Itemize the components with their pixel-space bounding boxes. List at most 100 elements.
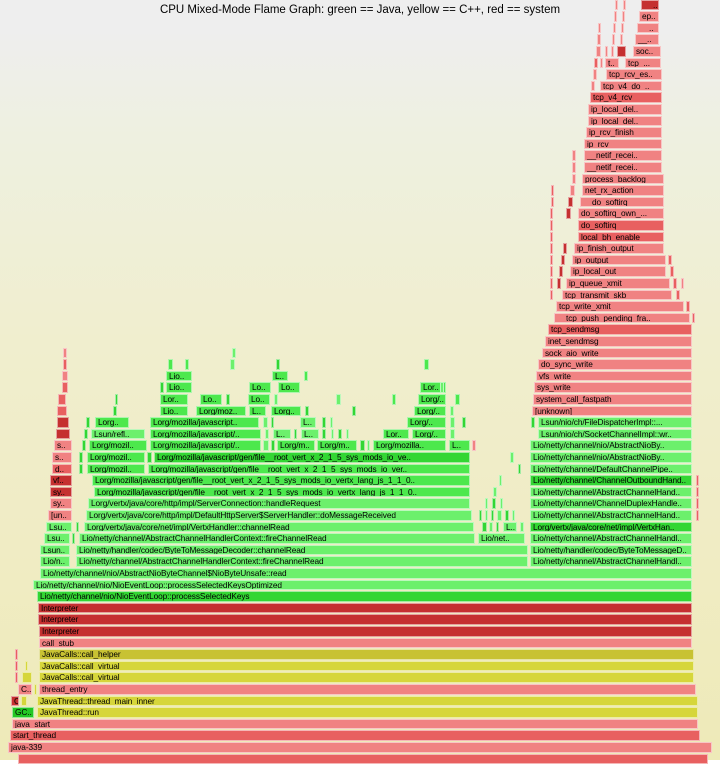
flame-frame[interactable]: Lio/netty/channel/AbstractChannelHand.. [530, 510, 692, 521]
flame-frame-unlabeled[interactable] [557, 278, 561, 289]
flame-frame-unlabeled[interactable] [611, 46, 614, 57]
flame-frame-unlabeled[interactable] [550, 266, 553, 277]
flame-frame-unlabeled[interactable] [86, 417, 90, 428]
flame-frame[interactable]: tcp_v4_rcv [590, 92, 662, 103]
flame-frame-unlabeled[interactable] [621, 22, 624, 34]
flame-frame-unlabeled[interactable] [491, 510, 494, 521]
flame-frame[interactable]: ip_local_out [570, 266, 666, 277]
flame-frame-unlabeled[interactable] [681, 278, 684, 289]
flame-frame[interactable]: JavaThread::thread_main_inner [37, 695, 698, 707]
flame-frame[interactable]: Lsun/refl.. [91, 428, 145, 440]
flame-frame[interactable]: ip_rcv_finish [586, 127, 662, 138]
flame-frame[interactable]: Lo.. [248, 394, 270, 405]
flame-frame-unlabeled[interactable] [79, 452, 83, 463]
flame-frame-unlabeled[interactable] [614, 11, 617, 22]
flame-frame-unlabeled[interactable] [572, 150, 576, 161]
flame-frame[interactable]: Lorg/vertx/java/core/net/impl/VertxHan.. [530, 521, 692, 533]
flame-frame[interactable]: __.. [635, 34, 659, 45]
flame-frame-unlabeled[interactable] [593, 69, 597, 80]
flame-frame-unlabeled[interactable] [185, 359, 189, 370]
flame-frame[interactable]: Lorg.. [95, 417, 129, 428]
flame-frame[interactable]: [un.. [48, 510, 72, 521]
flame-frame[interactable]: Lorg/.. [414, 405, 446, 417]
flame-frame[interactable]: L.. [273, 428, 291, 440]
flame-frame[interactable]: ip_finish_output [574, 243, 664, 254]
flame-frame[interactable]: t.. [605, 57, 619, 69]
flame-frame-unlabeled[interactable] [594, 57, 598, 69]
flame-frame[interactable]: vf.. [50, 475, 72, 486]
flame-frame[interactable]: GC.. [12, 707, 34, 718]
flame-frame[interactable]: L.. [272, 370, 288, 382]
flame-frame-unlabeled[interactable] [696, 486, 699, 498]
flame-frame-unlabeled[interactable] [113, 405, 117, 417]
flame-frame[interactable]: sys_write [534, 382, 692, 393]
flame-frame-unlabeled[interactable] [485, 498, 488, 509]
flame-frame-unlabeled[interactable] [600, 57, 603, 69]
flame-frame[interactable]: tcp_sendmsg [548, 324, 692, 335]
flame-frame-unlabeled[interactable] [56, 428, 70, 440]
flame-frame-unlabeled[interactable] [84, 428, 88, 440]
flame-frame-unlabeled[interactable] [622, 11, 625, 22]
flame-frame-unlabeled[interactable] [276, 359, 280, 370]
flame-frame[interactable]: Lsu.. [44, 533, 70, 544]
flame-frame-unlabeled[interactable] [612, 34, 615, 45]
flame-frame[interactable]: Lo.. [249, 382, 271, 393]
flame-frame-unlabeled[interactable] [550, 278, 553, 289]
flame-frame[interactable]: Lsun.. [40, 544, 70, 556]
flame-frame-unlabeled[interactable] [596, 46, 601, 57]
flame-frame[interactable]: Lorg/mozilla/javascript/gen/file__root_v… [94, 486, 470, 498]
flame-frame-unlabeled[interactable] [294, 428, 297, 440]
flame-frame[interactable]: ip_queue_xmit [566, 278, 670, 289]
flame-frame-unlabeled[interactable] [115, 394, 118, 405]
flame-frame[interactable]: local_bh_enable [578, 231, 664, 243]
flame-frame[interactable]: __netif_recei.. [584, 162, 662, 173]
flame-frame-unlabeled[interactable] [551, 196, 554, 208]
flame-frame-unlabeled[interactable] [79, 463, 83, 475]
flame-frame[interactable]: Lio/netty/channel/ChannelOutboundHand.. [530, 475, 692, 486]
flame-frame-unlabeled[interactable] [696, 498, 699, 509]
flame-frame[interactable]: ip_output [572, 254, 666, 266]
flame-frame-unlabeled[interactable] [440, 382, 444, 393]
flame-frame-unlabeled[interactable] [304, 370, 308, 382]
flame-frame-unlabeled[interactable] [692, 312, 695, 324]
flame-frame[interactable]: Lorg.. [271, 405, 301, 417]
flame-frame[interactable]: Lio/netty/channel/AbstractChannelHandler… [79, 533, 475, 544]
flame-frame[interactable]: tcp_write_xmit [556, 301, 684, 312]
flame-frame[interactable]: Lorg/mozil.. [89, 440, 147, 451]
flame-frame[interactable]: ep.. [639, 11, 659, 22]
flame-frame[interactable]: L.. [449, 440, 470, 451]
flame-frame[interactable]: Lor.. [160, 394, 188, 405]
flame-frame-unlabeled[interactable] [15, 672, 18, 683]
flame-frame-unlabeled[interactable] [482, 521, 487, 533]
flame-frame-unlabeled[interactable] [63, 347, 67, 359]
flame-frame[interactable]: Lorg/mozilla/javascript/.. [150, 428, 261, 440]
flame-frame-unlabeled[interactable] [72, 533, 75, 544]
flame-frame[interactable]: ip_local_del.. [588, 115, 662, 127]
flame-frame[interactable]: sock_aio_write [542, 347, 692, 359]
flame-frame[interactable]: L.. [301, 428, 319, 440]
flame-frame-unlabeled[interactable] [322, 417, 326, 428]
flame-frame-unlabeled[interactable] [670, 266, 674, 277]
flame-frame-unlabeled[interactable] [617, 46, 626, 57]
flame-frame-unlabeled[interactable] [263, 440, 269, 451]
flame-frame[interactable]: Lsun/nio/ch/FileDispatcherImpl::... [538, 417, 692, 428]
flame-frame[interactable]: JavaThread::run [37, 707, 698, 718]
flame-frame-unlabeled[interactable] [673, 278, 677, 289]
flame-frame[interactable]: Lio/netty/channel/nio/NioEventLoop::proc… [33, 579, 692, 591]
flame-frame-unlabeled[interactable] [22, 672, 32, 683]
flame-frame-unlabeled[interactable] [232, 347, 236, 359]
flame-frame-unlabeled[interactable] [550, 289, 553, 301]
flame-frame[interactable]: Lio.. [160, 405, 188, 417]
flame-frame-unlabeled[interactable] [550, 208, 553, 219]
flame-frame-unlabeled[interactable] [676, 289, 680, 301]
flame-frame-unlabeled[interactable] [550, 243, 553, 254]
flame-frame[interactable]: Lorg/mozilla/javascript.. [150, 417, 259, 428]
flame-frame[interactable]: O.. [11, 695, 19, 707]
flame-frame[interactable]: call_stub [39, 637, 692, 649]
flame-frame-unlabeled[interactable] [492, 498, 496, 509]
flame-frame-unlabeled[interactable] [82, 440, 86, 451]
flame-frame[interactable]: Interpreter [39, 626, 692, 637]
flame-frame-unlabeled[interactable] [613, 22, 616, 34]
flame-frame[interactable]: Lio/netty/channel/AbstractChannelHandl.. [530, 533, 692, 544]
flame-frame[interactable]: Lorg/m.. [317, 440, 357, 451]
